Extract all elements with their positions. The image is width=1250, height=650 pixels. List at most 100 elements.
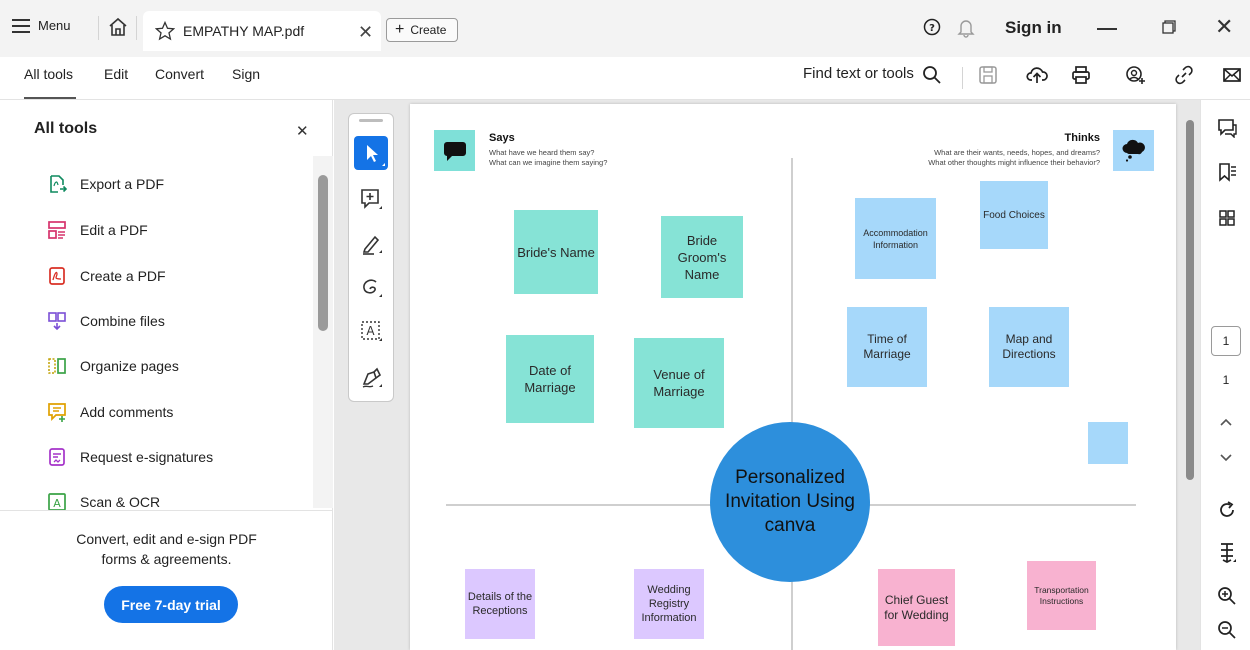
sticky-note[interactable] — [1088, 422, 1128, 464]
sticky-note[interactable]: Venue of Marriage — [634, 338, 724, 428]
thinks-title: Thinks — [1064, 132, 1100, 144]
print-icon[interactable] — [1071, 65, 1091, 90]
chevron-up-icon[interactable] — [1217, 414, 1235, 437]
create-button[interactable]: + Create — [386, 18, 458, 42]
close-tab-icon[interactable]: ✕ — [358, 22, 373, 43]
select-tool-button[interactable] — [354, 136, 388, 170]
request-esign-icon — [49, 448, 65, 466]
sticky-note[interactable]: Transportation Instructions — [1027, 561, 1096, 630]
find-text-or-tools[interactable]: Find text or tools — [803, 65, 914, 82]
home-icon — [109, 17, 127, 36]
pdf-page[interactable]: Says What have we heard them say? What c… — [410, 104, 1176, 650]
free-trial-button[interactable]: Free 7-day trial — [104, 586, 238, 623]
close-panel-icon[interactable]: ✕ — [296, 122, 309, 140]
help-button[interactable]: ? — [923, 18, 941, 41]
document-scrollbar-thumb[interactable] — [1186, 120, 1194, 480]
menu-button[interactable]: Menu — [12, 18, 71, 33]
highlight-tool[interactable] — [360, 232, 384, 261]
draw-tool[interactable] — [360, 276, 384, 305]
says-sub-line-1: What have we heard them say? — [489, 148, 595, 157]
sticky-note[interactable]: Date of Marriage — [506, 335, 594, 423]
says-subtitle: What have we heard them say? What can we… — [489, 148, 607, 168]
tab-edit[interactable]: Edit — [104, 66, 128, 82]
tool-combine-files[interactable]: Combine files — [47, 309, 165, 333]
sticky-note[interactable]: Wedding Registry Information — [634, 569, 704, 639]
quick-tools-bar: A — [348, 113, 394, 402]
bell-icon — [957, 20, 975, 38]
all-tools-panel: All tools ✕ Export a PDF Edit a PDF Crea… — [0, 100, 333, 650]
chevron-down-icon[interactable] — [1217, 448, 1235, 471]
sticky-note[interactable]: Map and Directions — [989, 307, 1069, 387]
create-pdf-icon — [49, 267, 65, 285]
panel-divider — [0, 510, 333, 511]
tool-label: Organize pages — [80, 358, 179, 374]
notifications-button[interactable] — [957, 18, 975, 43]
sticky-note[interactable]: Time of Marriage — [847, 307, 927, 387]
pen-sign-icon — [362, 367, 382, 388]
share-people-icon[interactable] — [1125, 65, 1147, 90]
sticky-note[interactable]: Food Choices — [980, 181, 1048, 249]
drag-handle[interactable] — [359, 119, 383, 122]
bookmarks-icon[interactable] — [1217, 162, 1237, 187]
zoom-in-icon[interactable] — [1217, 586, 1237, 611]
thinks-sub-line-1: What are their wants, needs, hopes, and … — [934, 148, 1100, 157]
save-icon[interactable] — [978, 65, 998, 90]
sticky-note[interactable]: Bride's Name — [514, 210, 598, 294]
sign-in-button[interactable]: Sign in — [1005, 18, 1062, 38]
text-box-tool[interactable]: A — [360, 320, 384, 349]
thinks-sub-line-2: What other thoughts might influence thei… — [928, 158, 1100, 167]
highlighter-icon — [362, 235, 382, 255]
link-icon[interactable] — [1174, 65, 1194, 90]
rotate-icon[interactable] — [1217, 500, 1237, 525]
email-icon[interactable] — [1222, 65, 1242, 90]
tool-label: Combine files — [80, 313, 165, 329]
cursor-arrow-icon — [367, 145, 385, 166]
star-icon[interactable] — [155, 21, 175, 41]
search-icon[interactable] — [922, 65, 942, 90]
promo-text: Convert, edit and e-sign PDF forms & agr… — [0, 529, 333, 569]
cloud-upload-icon[interactable] — [1026, 65, 1048, 90]
separator — [136, 16, 137, 40]
sticky-note[interactable]: Accommodation Information — [855, 198, 936, 279]
plus-icon: + — [395, 21, 405, 38]
tool-create-pdf[interactable]: Create a PDF — [47, 264, 166, 288]
panel-scrollbar-thumb[interactable] — [318, 175, 328, 331]
main-toolbar: All tools Edit Convert Sign Find text or… — [0, 57, 1250, 100]
central-topic-circle[interactable]: Personalized Invitation Using canva — [710, 422, 870, 582]
panel-title: All tools — [34, 120, 98, 137]
minimize-icon[interactable] — [1097, 28, 1117, 30]
window-close-icon[interactable]: ✕ — [1215, 14, 1233, 40]
add-comment-tool[interactable] — [360, 188, 384, 217]
tool-add-comments[interactable]: Add comments — [47, 400, 173, 424]
thinks-subtitle: What are their wants, needs, hopes, and … — [850, 148, 1100, 168]
thumbnails-icon[interactable] — [1217, 208, 1237, 233]
tab-sign[interactable]: Sign — [232, 66, 260, 82]
zoom-out-icon[interactable] — [1217, 620, 1237, 645]
sticky-note[interactable]: Chief Guest for Wedding — [878, 569, 955, 646]
page-fit-icon[interactable] — [1217, 542, 1237, 569]
document-tab[interactable]: EMPATHY MAP.pdf ✕ — [143, 11, 381, 51]
tool-label: Add comments — [80, 404, 174, 420]
current-page-input[interactable]: 1 — [1211, 326, 1241, 356]
help-icon: ? — [923, 18, 941, 36]
home-button[interactable] — [108, 17, 128, 42]
tool-export-pdf[interactable]: Export a PDF — [47, 172, 164, 196]
tab-convert[interactable]: Convert — [155, 66, 204, 82]
active-tab-indicator — [24, 97, 76, 99]
sign-tool[interactable] — [360, 366, 384, 395]
export-pdf-icon — [50, 175, 67, 193]
restore-icon[interactable] — [1162, 20, 1176, 39]
tool-edit-pdf[interactable]: Edit a PDF — [47, 218, 148, 242]
tab-all-tools[interactable]: All tools — [24, 66, 73, 82]
sticky-note[interactable]: Bride Groom's Name — [661, 216, 743, 298]
right-rail: 1 1 — [1200, 100, 1250, 650]
tool-request-esignatures[interactable]: Request e-signatures — [47, 445, 213, 469]
separator — [98, 16, 99, 40]
promo-line-1: Convert, edit and e-sign PDF — [76, 531, 257, 547]
tool-organize-pages[interactable]: Organize pages — [47, 354, 179, 378]
sticky-note[interactable]: Details of the Receptions — [465, 569, 535, 639]
speech-bubble-icon — [434, 130, 475, 171]
says-sub-line-2: What can we imagine them saying? — [489, 158, 608, 167]
organize-pages-icon — [48, 358, 66, 374]
comments-panel-icon[interactable] — [1217, 118, 1237, 143]
